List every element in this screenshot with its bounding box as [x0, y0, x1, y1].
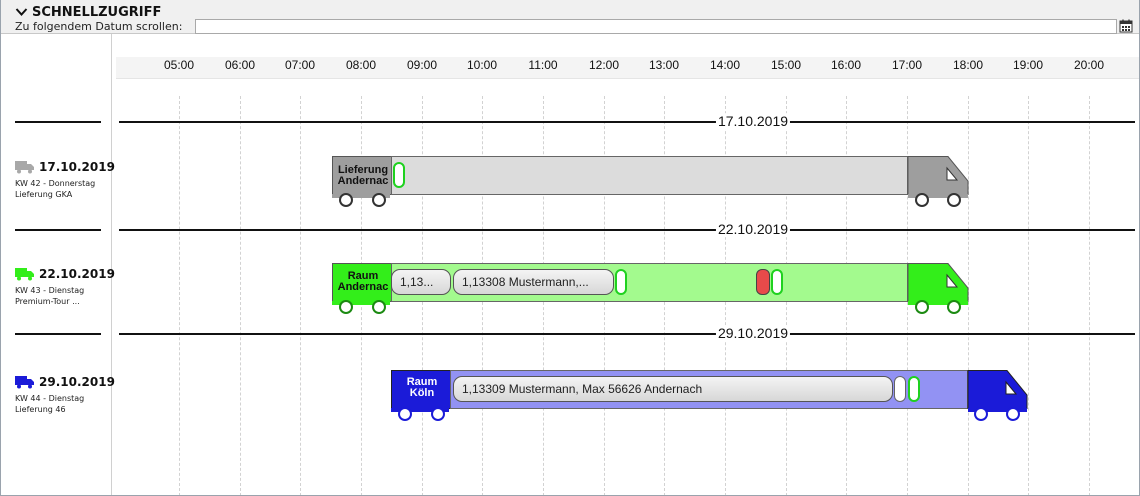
hour-label: 17:00: [891, 58, 923, 72]
row-week: KW 42 - Donnerstag: [15, 179, 96, 188]
row-tour: Lieferung GKA: [15, 190, 73, 199]
truck-shape: [332, 156, 969, 207]
chevron-down-icon: [15, 8, 28, 16]
hour-gridline: [300, 96, 301, 495]
truck-icon: [15, 376, 34, 389]
hour-label: 20:00: [1073, 58, 1105, 72]
section-title: SCHNELLZUGRIFF: [32, 4, 162, 20]
hour-gridline: [1028, 96, 1029, 495]
day-separator: [119, 121, 1135, 123]
day-label-22-10[interactable]: 22.10.2019 KW 43 - Dienstag Premium-Tour…: [15, 267, 115, 307]
row-tour: Premium-Tour ...: [15, 297, 80, 306]
stop-pill[interactable]: 1,13...: [391, 269, 451, 295]
day-separator: [119, 229, 1135, 231]
stop-pill[interactable]: 1,13309 Mustermann, Max 56626 Andernach: [453, 376, 893, 402]
row-date-text: 29.10.2019: [39, 375, 115, 389]
stop-marker[interactable]: [393, 162, 405, 188]
day-label-17-10[interactable]: 17.10.2019 KW 42 - Donnerstag Lieferung …: [15, 160, 115, 200]
hour-label: 08:00: [345, 58, 377, 72]
hour-label: 16:00: [830, 58, 862, 72]
hour-gridline: [179, 96, 180, 495]
scroll-date-label: Zu folgendem Datum scrollen:: [15, 20, 183, 33]
row-date-text: 22.10.2019: [39, 267, 115, 281]
separator-date: 22.10.2019: [715, 221, 791, 238]
hour-label: 05:00: [163, 58, 195, 72]
row-tour: Lieferung 46: [15, 405, 66, 414]
hour-label: 12:00: [588, 58, 620, 72]
hour-label: 19:00: [1012, 58, 1044, 72]
stop-marker[interactable]: [615, 269, 627, 295]
section-toggle[interactable]: SCHNELLZUGRIFF: [15, 4, 161, 20]
stop-marker-red[interactable]: [756, 269, 770, 295]
day-separator: [119, 333, 1135, 335]
hour-scale: 05:00 06:00 07:00 08:00 09:00 10:00 11:0…: [116, 57, 1139, 79]
day-separator-left: [15, 229, 101, 231]
truck-cab-label: Raum Andernac: [337, 270, 389, 293]
separator-date: 17.10.2019: [715, 113, 791, 130]
truck-cab-label: Lieferung Andernac: [337, 164, 389, 187]
hour-label: 13:00: [648, 58, 680, 72]
schnellzugriff-panel: SCHNELLZUGRIFF Zu folgendem Datum scroll…: [0, 0, 1140, 496]
hour-label: 11:00: [528, 58, 558, 72]
hour-label: 14:00: [709, 58, 741, 72]
scroll-date-input[interactable]: [195, 19, 1117, 34]
stop-marker[interactable]: [771, 269, 783, 295]
hour-label: 06:00: [224, 58, 256, 72]
day-label-29-10[interactable]: 29.10.2019 KW 44 - Dienstag Lieferung 46: [15, 375, 115, 415]
hour-label: 07:00: [284, 58, 316, 72]
hour-label: 18:00: [952, 58, 984, 72]
separator-date: 29.10.2019: [715, 325, 791, 342]
hour-gridline: [1089, 96, 1090, 495]
calendar-icon[interactable]: [1119, 19, 1133, 33]
truck-icon: [15, 268, 34, 281]
stop-marker[interactable]: [894, 376, 906, 402]
hour-label: 10:00: [466, 58, 498, 72]
stop-marker[interactable]: [908, 376, 920, 402]
hour-gridline: [240, 96, 241, 495]
hour-label: 09:00: [406, 58, 438, 72]
stop-pill[interactable]: 1,13308 Mustermann,...: [453, 269, 614, 295]
hour-label: 15:00: [770, 58, 802, 72]
truck-icon: [15, 161, 34, 174]
row-week: KW 44 - Dienstag: [15, 394, 85, 403]
truck-cab-label: Raum Köln: [406, 376, 438, 399]
day-separator-left: [15, 333, 101, 335]
day-separator-left: [15, 121, 101, 123]
row-week: KW 43 - Dienstag: [15, 286, 85, 295]
day-label-column: [1, 34, 112, 495]
row-date-text: 17.10.2019: [39, 160, 115, 174]
